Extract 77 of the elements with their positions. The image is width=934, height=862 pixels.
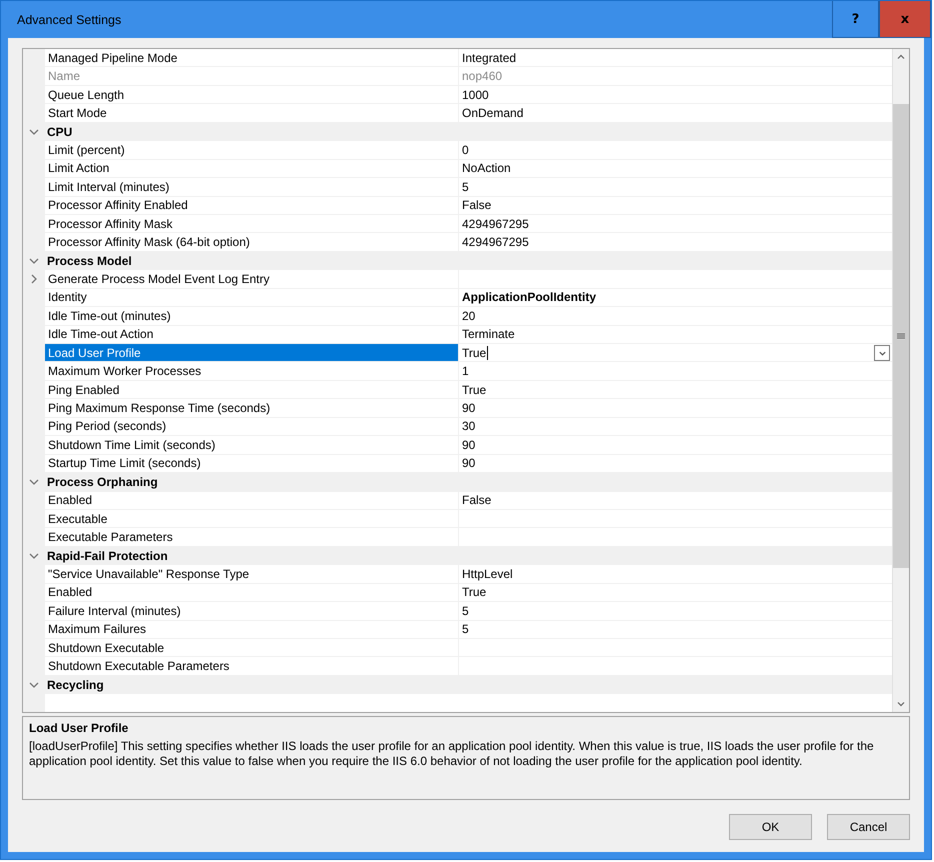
property-value: 1000: [462, 88, 489, 102]
property-value: 4294967295: [462, 235, 529, 250]
property-name[interactable]: Shutdown Executable: [45, 639, 459, 656]
chevron-icon[interactable]: [29, 126, 39, 137]
grip-icon: [897, 332, 905, 340]
property-name[interactable]: Processor Affinity Mask (64-bit option): [45, 233, 459, 251]
property-value: True: [462, 382, 486, 397]
scrollbar[interactable]: [892, 49, 909, 712]
property-name[interactable]: Failure Interval (minutes): [45, 602, 459, 620]
property-value: HttpLevel: [462, 566, 513, 581]
category-label: Process Orphaning: [46, 475, 158, 490]
chevron-icon[interactable]: [29, 274, 39, 284]
property-name[interactable]: Executable Parameters: [45, 528, 459, 546]
dropdown-button[interactable]: [874, 345, 890, 361]
category-label: CPU: [46, 124, 72, 139]
property-name[interactable]: Start Mode: [45, 104, 459, 122]
category-label: Process Model: [46, 254, 132, 268]
property-value: 5: [462, 622, 469, 636]
property-name[interactable]: Maximum Worker Processes: [45, 362, 459, 380]
ok-button[interactable]: OK: [729, 814, 812, 840]
property-name[interactable]: Queue Length: [45, 86, 459, 104]
property-value: Terminate: [462, 327, 515, 342]
property-name[interactable]: Limit Action: [45, 160, 459, 178]
property-value: NoAction: [462, 161, 511, 176]
property-name[interactable]: Idle Time-out Action: [45, 326, 459, 343]
property-value: True: [462, 346, 488, 360]
window-title: Advanced Settings: [16, 12, 122, 29]
category-label: Recycling: [46, 678, 104, 692]
property-name[interactable]: Ping Period (seconds): [45, 418, 459, 436]
property-value: 30: [462, 419, 476, 434]
cancel-button[interactable]: Cancel: [827, 814, 910, 840]
property-value: 90: [462, 456, 476, 470]
property-name[interactable]: Shutdown Executable Parameters: [45, 657, 459, 675]
chevron-icon[interactable]: [29, 477, 39, 488]
property-name[interactable]: Limit Interval (minutes): [45, 178, 459, 196]
property-name[interactable]: Enabled: [45, 584, 459, 602]
property-value: ApplicationPoolIdentity: [462, 290, 596, 304]
chevron-icon[interactable]: [29, 680, 39, 690]
property-value: 90: [462, 401, 476, 416]
property-value: False: [462, 493, 492, 508]
property-value: 90: [462, 438, 476, 452]
scroll-down-icon[interactable]: [896, 699, 906, 709]
property-value: False: [462, 198, 492, 212]
category-label: Rapid-Fail Protection: [46, 549, 168, 564]
property-name[interactable]: Processor Affinity Enabled: [45, 196, 459, 214]
property-name[interactable]: Executable: [45, 510, 459, 528]
property-name[interactable]: Startup Time Limit (seconds): [45, 454, 459, 472]
property-name[interactable]: Ping Maximum Response Time (seconds): [45, 399, 459, 417]
property-name[interactable]: Processor Affinity Mask: [45, 214, 459, 232]
property-value: 5: [462, 180, 469, 194]
close-button[interactable]: x: [879, 1, 931, 38]
property-name[interactable]: Enabled: [45, 492, 459, 509]
chevron-icon[interactable]: [29, 551, 39, 562]
property-name[interactable]: Managed Pipeline Mode: [45, 49, 459, 66]
property-value: Integrated: [462, 50, 516, 65]
property-value: nop460: [462, 69, 502, 84]
help-button[interactable]: ?: [832, 1, 879, 38]
chevron-icon[interactable]: [29, 256, 39, 266]
property-name[interactable]: Identity: [45, 288, 459, 306]
property-name[interactable]: Load User Profile: [45, 344, 459, 362]
scrollbar-thumb[interactable]: [893, 104, 909, 568]
property-name[interactable]: Idle Time-out (minutes): [45, 307, 459, 325]
property-name[interactable]: Generate Process Model Event Log Entry: [45, 270, 459, 288]
property-value: OnDemand: [462, 106, 524, 120]
property-name[interactable]: Shutdown Time Limit (seconds): [45, 436, 459, 454]
property-name[interactable]: Limit (percent): [45, 141, 459, 159]
property-name[interactable]: Ping Enabled: [45, 380, 459, 398]
property-value: 20: [462, 308, 476, 323]
property-value: 1: [462, 364, 469, 378]
property-name[interactable]: "Service Unavailable" Response Type: [45, 565, 459, 583]
property-value: 5: [462, 604, 469, 618]
property-value: 4294967295: [462, 216, 529, 231]
description-title: Load User Profile: [29, 721, 130, 735]
description-text: [loadUserProfile] This setting specifies whether IIS loads the user profile for an application pool identity. When this value is true, IIS loads the user profile for the application pool identity. Set this value to false when you require the IIS 6.0 behavior of not loading the user profile for the application pool identity.: [29, 739, 875, 769]
property-name[interactable]: Maximum Failures: [45, 620, 459, 638]
property-value: True: [462, 585, 486, 600]
property-value: 0: [462, 142, 469, 157]
